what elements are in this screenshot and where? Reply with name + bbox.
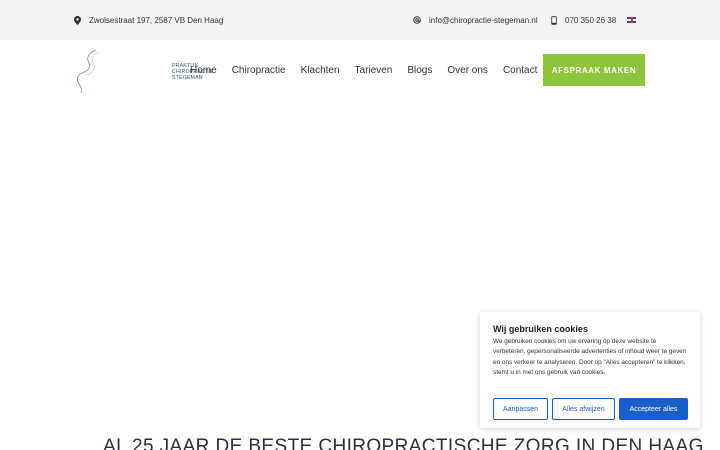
at-sign-icon bbox=[413, 16, 421, 24]
nav-tarieven[interactable]: Tarieven bbox=[355, 65, 393, 76]
main-navigation: Home Chiropractie Klachten Tarieven Blog… bbox=[190, 40, 552, 100]
cookie-consent-banner: Wij gebruiken cookies We gebruiken cooki… bbox=[480, 312, 700, 428]
cookie-title: Wij gebruiken cookies bbox=[493, 324, 588, 334]
nav-blogs[interactable]: Blogs bbox=[407, 65, 432, 76]
hero-title: AL 25 JAAR DE BESTE CHIROPRACTISCHE ZORG… bbox=[103, 436, 704, 450]
address-text: Zwolsestraat 197, 2587 VB Den Haag bbox=[89, 15, 224, 25]
reject-all-cookies-button[interactable]: Alles afwijzen bbox=[552, 398, 615, 420]
accept-all-cookies-button[interactable]: Accepteer alles bbox=[619, 398, 688, 420]
nav-chiropractie[interactable]: Chiropractie bbox=[232, 65, 286, 76]
nav-over-ons[interactable]: Over ons bbox=[447, 65, 488, 76]
customize-cookies-button[interactable]: Aanpassen bbox=[493, 398, 548, 420]
map-pin-icon bbox=[74, 15, 81, 25]
mobile-phone-icon bbox=[551, 15, 557, 25]
email-info[interactable]: info@chiropractie-stegeman.nl bbox=[413, 0, 538, 40]
site-header: PRAKTIJK CHIROPRACTIE STEGEMAN Home Chir… bbox=[0, 40, 720, 100]
cookie-buttons: Aanpassen Alles afwijzen Accepteer alles bbox=[493, 398, 688, 420]
phone-info[interactable]: 070 350 26 38 bbox=[551, 0, 616, 40]
top-info-bar: Zwolsestraat 197, 2587 VB Den Haag info@… bbox=[0, 0, 720, 40]
nav-klachten[interactable]: Klachten bbox=[301, 65, 340, 76]
site-logo[interactable]: PRAKTIJK CHIROPRACTIE STEGEMAN bbox=[74, 49, 213, 94]
nav-contact[interactable]: Contact bbox=[503, 65, 537, 76]
make-appointment-button[interactable]: AFSPRAAK MAKEN bbox=[543, 54, 645, 86]
email-link[interactable]: info@chiropractie-stegeman.nl bbox=[429, 16, 538, 25]
cookie-text: We gebruiken cookies om uw ervaring op d… bbox=[493, 338, 687, 377]
nav-home[interactable]: Home bbox=[190, 65, 217, 76]
phone-link[interactable]: 070 350 26 38 bbox=[565, 16, 616, 25]
address-info: Zwolsestraat 197, 2587 VB Den Haag bbox=[74, 0, 223, 40]
language-switcher[interactable] bbox=[627, 0, 636, 40]
spine-logo-icon bbox=[76, 49, 100, 94]
uk-flag-icon[interactable] bbox=[627, 17, 636, 23]
